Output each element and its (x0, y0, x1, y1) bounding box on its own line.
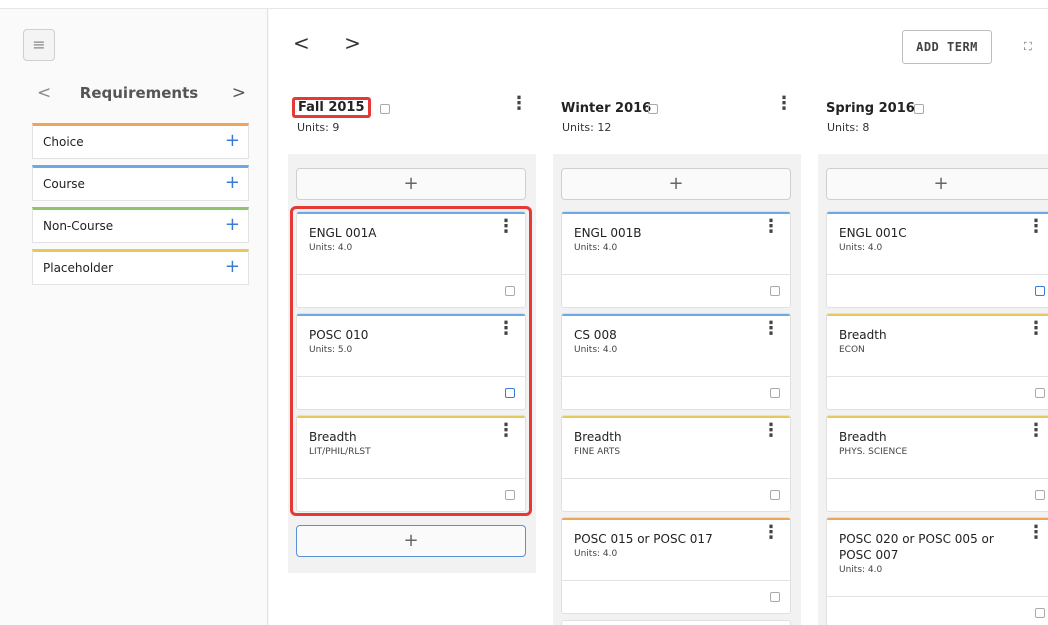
course-card[interactable]: Breadth PHYS. SCIENCE ⋮ (826, 415, 1048, 512)
course-units: PHYS. SCIENCE (839, 447, 908, 457)
requirements-title: Requirements (79, 84, 199, 102)
planner-main: < > ADD TERM ⛶ Fall 2015 Units: 9 ⋮ + EN… (269, 9, 1048, 625)
term-lane: + ENGL 001C Units: 4.0 ⋮ Breadth ECON ⋮ … (818, 154, 1048, 625)
course-title: Breadth (839, 430, 887, 444)
course-units: Units: 4.0 (839, 243, 883, 253)
course-card[interactable] (561, 620, 791, 625)
term-column: Winter 2016 Units: 12 ⋮ + ENGL 001B Unit… (553, 93, 801, 625)
term-header: Winter 2016 Units: 12 ⋮ (553, 93, 801, 151)
course-card[interactable]: ENGL 001C Units: 4.0 ⋮ (826, 211, 1048, 308)
course-title: POSC 015 or POSC 017 (574, 532, 713, 546)
term-units: Units: 12 (562, 121, 612, 134)
lane-end (288, 573, 536, 625)
menu-button[interactable]: ≡ (23, 29, 55, 61)
note-icon[interactable] (1035, 388, 1045, 398)
course-title: ENGL 001C (839, 226, 907, 240)
add-course-icon[interactable]: + (225, 168, 240, 198)
card-menu-icon[interactable]: ⋮ (1027, 320, 1045, 338)
requirement-choice[interactable]: Choice + (32, 123, 249, 159)
term-lane: + ENGL 001B Units: 4.0 ⋮ CS 008 Units: 4… (553, 154, 801, 625)
requirement-label: Non-Course (43, 219, 114, 233)
requirement-label: Course (43, 177, 85, 191)
course-card[interactable]: Breadth ECON ⋮ (826, 313, 1048, 410)
card-menu-icon[interactable]: ⋮ (762, 218, 780, 236)
requirement-placeholder[interactable]: Placeholder + (32, 249, 249, 285)
note-icon[interactable] (770, 388, 780, 398)
note-icon[interactable] (770, 490, 780, 500)
term-menu-icon[interactable]: ⋮ (510, 95, 528, 113)
add-placeholder-icon[interactable]: + (225, 252, 240, 282)
course-units: FINE ARTS (574, 447, 621, 457)
term-column: Spring 2016 Units: 8 ⋮ + ENGL 001C Units… (818, 93, 1048, 625)
term-title[interactable]: Spring 2016 (826, 101, 915, 116)
course-units: ECON (839, 345, 865, 355)
course-units: Units: 4.0 (574, 345, 618, 355)
term-note-icon[interactable] (380, 104, 390, 114)
course-card[interactable]: POSC 015 or POSC 017 Units: 4.0 ⋮ (561, 517, 791, 614)
next-terms-icon[interactable]: > (344, 31, 375, 55)
term-units: Units: 8 (827, 121, 870, 134)
course-card[interactable]: Breadth FINE ARTS ⋮ (561, 415, 791, 512)
note-icon[interactable] (1035, 608, 1045, 618)
term-title-box[interactable]: Fall 2015 (292, 97, 371, 118)
note-icon[interactable] (1035, 286, 1045, 296)
term-note-icon[interactable] (648, 104, 658, 114)
course-title: POSC 020 or POSC 005 or POSC 007 (839, 532, 994, 562)
add-course-button[interactable]: + (826, 168, 1048, 200)
app-frame: ≡ < Requirements > Choice + Course + Non… (0, 8, 1048, 625)
card-menu-icon[interactable]: ⋮ (762, 320, 780, 338)
term-column: Fall 2015 Units: 9 ⋮ + ENGL 001A Units: … (288, 93, 536, 625)
card-menu-icon[interactable]: ⋮ (1027, 422, 1045, 440)
course-title: ENGL 001B (574, 226, 642, 240)
card-menu-icon[interactable]: ⋮ (762, 422, 780, 440)
requirements-header: < Requirements > (32, 83, 246, 107)
term-menu-icon[interactable]: ⋮ (775, 95, 793, 113)
note-icon[interactable] (770, 592, 780, 602)
card-menu-icon[interactable]: ⋮ (762, 524, 780, 542)
course-units: Units: 4.0 (839, 565, 883, 575)
selection-highlight (290, 206, 532, 516)
requirements-sidebar: ≡ < Requirements > Choice + Course + Non… (12, 9, 268, 625)
requirements-next-icon[interactable]: > (232, 83, 246, 103)
course-units: Units: 4.0 (574, 243, 618, 253)
requirements-list: Choice + Course + Non-Course + Placehold… (32, 123, 249, 291)
term-title: Fall 2015 (298, 100, 365, 115)
requirement-non-course[interactable]: Non-Course + (32, 207, 249, 243)
term-navigation: < > (293, 31, 375, 55)
course-card[interactable]: ENGL 001B Units: 4.0 ⋮ (561, 211, 791, 308)
add-choice-icon[interactable]: + (225, 126, 240, 156)
term-header: Fall 2015 Units: 9 ⋮ (288, 93, 536, 151)
card-menu-icon[interactable]: ⋮ (1027, 524, 1045, 542)
term-units: Units: 9 (297, 121, 340, 134)
add-course-button[interactable]: + (296, 168, 526, 200)
course-card[interactable]: POSC 020 or POSC 005 or POSC 007 Units: … (826, 517, 1048, 625)
add-non-course-icon[interactable]: + (225, 210, 240, 240)
requirement-label: Choice (43, 135, 84, 149)
term-title[interactable]: Winter 2016 (561, 101, 651, 116)
term-lane: + ENGL 001A Units: 4.0 ⋮ POSC 010 Units:… (288, 154, 536, 625)
course-title: Breadth (574, 430, 622, 444)
menu-icon: ≡ (32, 35, 46, 54)
expand-icon[interactable]: ⛶ (1024, 40, 1032, 54)
requirement-course[interactable]: Course + (32, 165, 249, 201)
note-icon[interactable] (770, 286, 780, 296)
course-units: Units: 4.0 (574, 549, 618, 559)
add-term-button[interactable]: ADD TERM (902, 30, 992, 64)
note-icon[interactable] (1035, 490, 1045, 500)
card-menu-icon[interactable]: ⋮ (1027, 218, 1045, 236)
add-course-button[interactable]: + (561, 168, 791, 200)
requirement-label: Placeholder (43, 261, 114, 275)
prev-terms-icon[interactable]: < (293, 31, 324, 55)
course-card[interactable]: CS 008 Units: 4.0 ⋮ (561, 313, 791, 410)
term-header: Spring 2016 Units: 8 ⋮ (818, 93, 1048, 151)
course-title: CS 008 (574, 328, 617, 342)
add-course-button[interactable]: + (296, 525, 526, 557)
term-note-icon[interactable] (914, 104, 924, 114)
course-title: Breadth (839, 328, 887, 342)
requirements-prev-icon[interactable]: < (37, 83, 51, 103)
